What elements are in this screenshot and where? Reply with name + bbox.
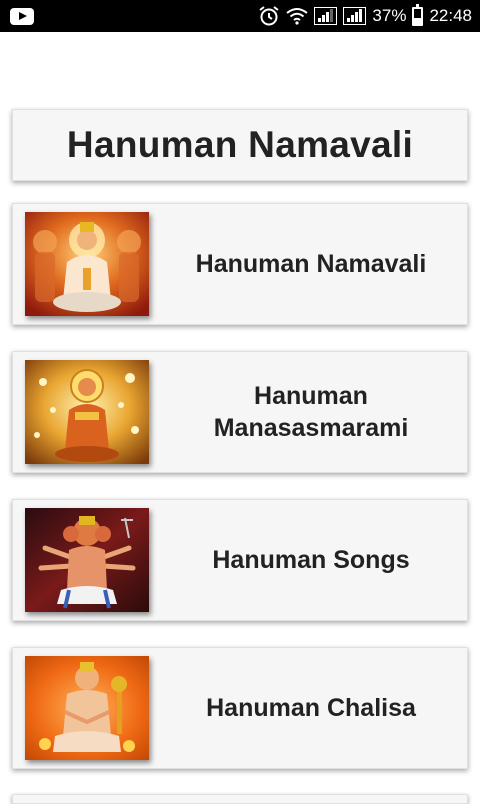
hanuman-image-icon [25, 656, 149, 760]
signal-sim1-icon [314, 7, 338, 25]
header-card: Hanuman Namavali [12, 109, 468, 181]
list-item-partial[interactable] [12, 794, 468, 804]
list-item-hanuman-namavali[interactable]: Hanuman Namavali [12, 203, 468, 325]
hanuman-image-icon [25, 212, 149, 316]
item-label: Hanuman Songs [212, 546, 410, 574]
battery-icon [412, 3, 424, 26]
hanuman-image-icon [25, 508, 149, 612]
alarm-icon [259, 6, 280, 26]
item-label: Hanuman Namavali [195, 250, 427, 278]
battery-percent: 37% [372, 6, 407, 25]
item-label: Hanuman Manasasmarami [213, 382, 409, 442]
hanuman-image-icon [25, 360, 149, 464]
item-label: Hanuman Chalisa [206, 694, 416, 722]
clock: 22:48 [429, 6, 472, 25]
wifi-icon [286, 8, 309, 25]
status-bar: 37% 22:48 [0, 0, 480, 32]
page-title: Hanuman Namavali [66, 124, 414, 165]
signal-sim2-icon [343, 7, 367, 25]
list-item-hanuman-manasasmarami[interactable]: Hanuman Manasasmarami [12, 351, 468, 473]
list-item-hanuman-songs[interactable]: Hanuman Songs [12, 499, 468, 621]
list-item-hanuman-chalisa[interactable]: Hanuman Chalisa [12, 647, 468, 769]
youtube-notification-icon [10, 7, 34, 25]
